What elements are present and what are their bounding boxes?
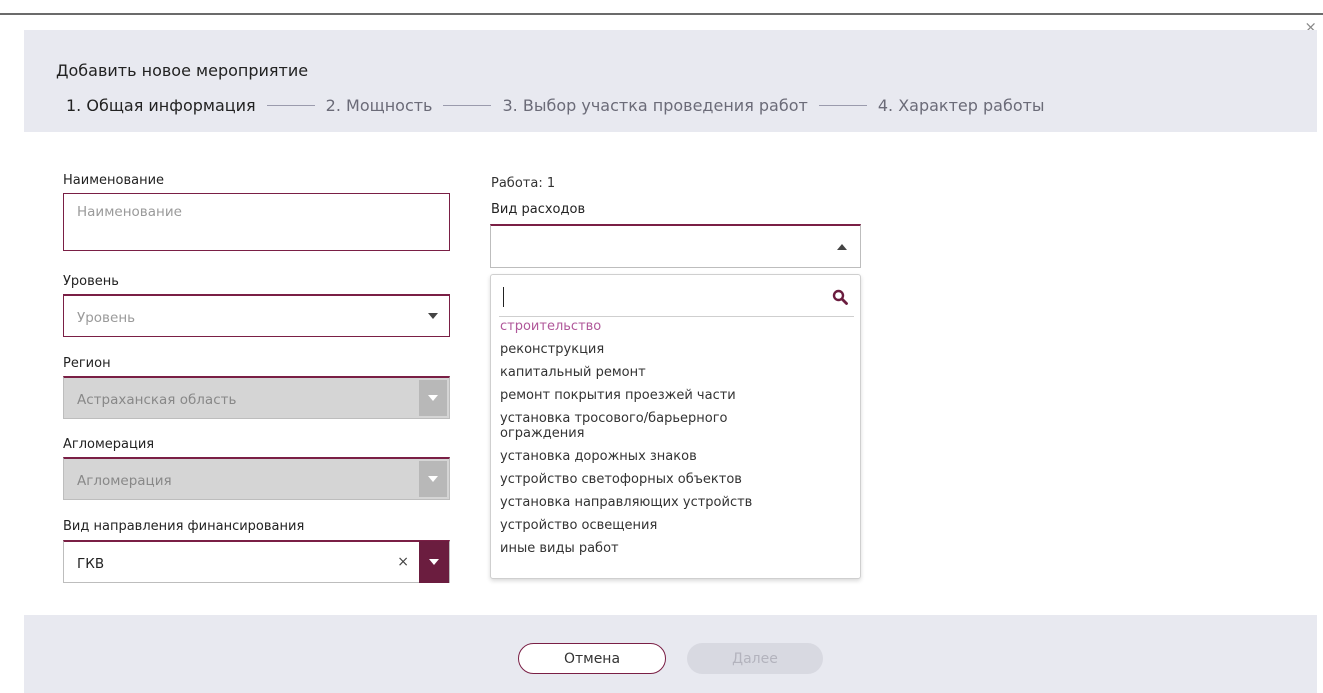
- agglomeration-label: Агломерация: [63, 437, 155, 452]
- financing-value: ГКВ: [77, 556, 105, 572]
- region-label: Регион: [63, 356, 111, 371]
- clear-icon[interactable]: ×: [397, 554, 409, 570]
- stepper: 1. Общая информация 2. Мощность 3. Выбор…: [66, 96, 1045, 115]
- option-item[interactable]: установка тросового/барьерного ограждени…: [500, 411, 790, 441]
- expense-type-dropdown: строительство реконструкция капитальный …: [490, 274, 861, 579]
- step-separator: [443, 105, 492, 106]
- dropdown-search-input[interactable]: [499, 283, 854, 317]
- step-work-type[interactable]: 4. Характер работы: [878, 96, 1045, 115]
- step-separator: [266, 105, 315, 106]
- option-item[interactable]: ремонт покрытия проезжей части: [500, 388, 855, 403]
- financing-label: Вид направления финансирования: [63, 519, 305, 534]
- region-select: Астраханская область: [63, 376, 450, 419]
- option-item[interactable]: устройство светофорных объектов: [500, 472, 855, 487]
- top-border: [0, 13, 1323, 15]
- step-work-site[interactable]: 3. Выбор участка проведения работ: [502, 96, 807, 115]
- level-placeholder: Уровень: [77, 310, 136, 326]
- text-cursor: [503, 287, 504, 307]
- chevron-down-icon[interactable]: [419, 298, 447, 334]
- step-capacity[interactable]: 2. Мощность: [326, 96, 433, 115]
- option-item[interactable]: иные виды работ: [500, 541, 855, 556]
- options-list: строительство реконструкция капитальный …: [500, 319, 855, 564]
- chevron-down-icon[interactable]: [419, 541, 449, 583]
- agglomeration-select: Агломерация: [63, 457, 450, 500]
- step-separator: [818, 105, 867, 106]
- dialog-footer: [24, 615, 1317, 693]
- name-placeholder: Наименование: [77, 204, 182, 220]
- search-icon: [832, 289, 848, 305]
- dialog-title: Добавить новое мероприятие: [56, 61, 309, 80]
- chevron-down-icon: [419, 461, 447, 497]
- option-item[interactable]: реконструкция: [500, 342, 855, 357]
- work-number: Работа: 1: [491, 176, 556, 191]
- option-item[interactable]: установка дорожных знаков: [500, 449, 855, 464]
- chevron-down-icon: [419, 380, 447, 416]
- level-label: Уровень: [63, 274, 119, 289]
- dialog-header: Добавить новое мероприятие 1. Общая инфо…: [24, 30, 1317, 132]
- cancel-button[interactable]: Отмена: [518, 643, 666, 674]
- expense-type-label: Вид расходов: [491, 202, 586, 217]
- option-item[interactable]: строительство: [500, 319, 855, 334]
- name-input[interactable]: Наименование: [63, 193, 450, 251]
- next-button: Далее: [687, 643, 823, 674]
- financing-select[interactable]: ГКВ ×: [63, 540, 450, 583]
- option-item[interactable]: установка направляющих устройств: [500, 495, 855, 510]
- step-general-info[interactable]: 1. Общая информация: [66, 96, 256, 115]
- chevron-up-icon[interactable]: [828, 228, 856, 265]
- agglomeration-placeholder: Агломерация: [77, 473, 172, 489]
- expense-type-select[interactable]: [490, 224, 861, 268]
- option-item[interactable]: устройство освещения: [500, 518, 855, 533]
- region-value: Астраханская область: [77, 392, 237, 408]
- option-item[interactable]: капитальный ремонт: [500, 365, 855, 380]
- level-select[interactable]: Уровень: [63, 294, 450, 337]
- name-label: Наименование: [63, 173, 165, 188]
